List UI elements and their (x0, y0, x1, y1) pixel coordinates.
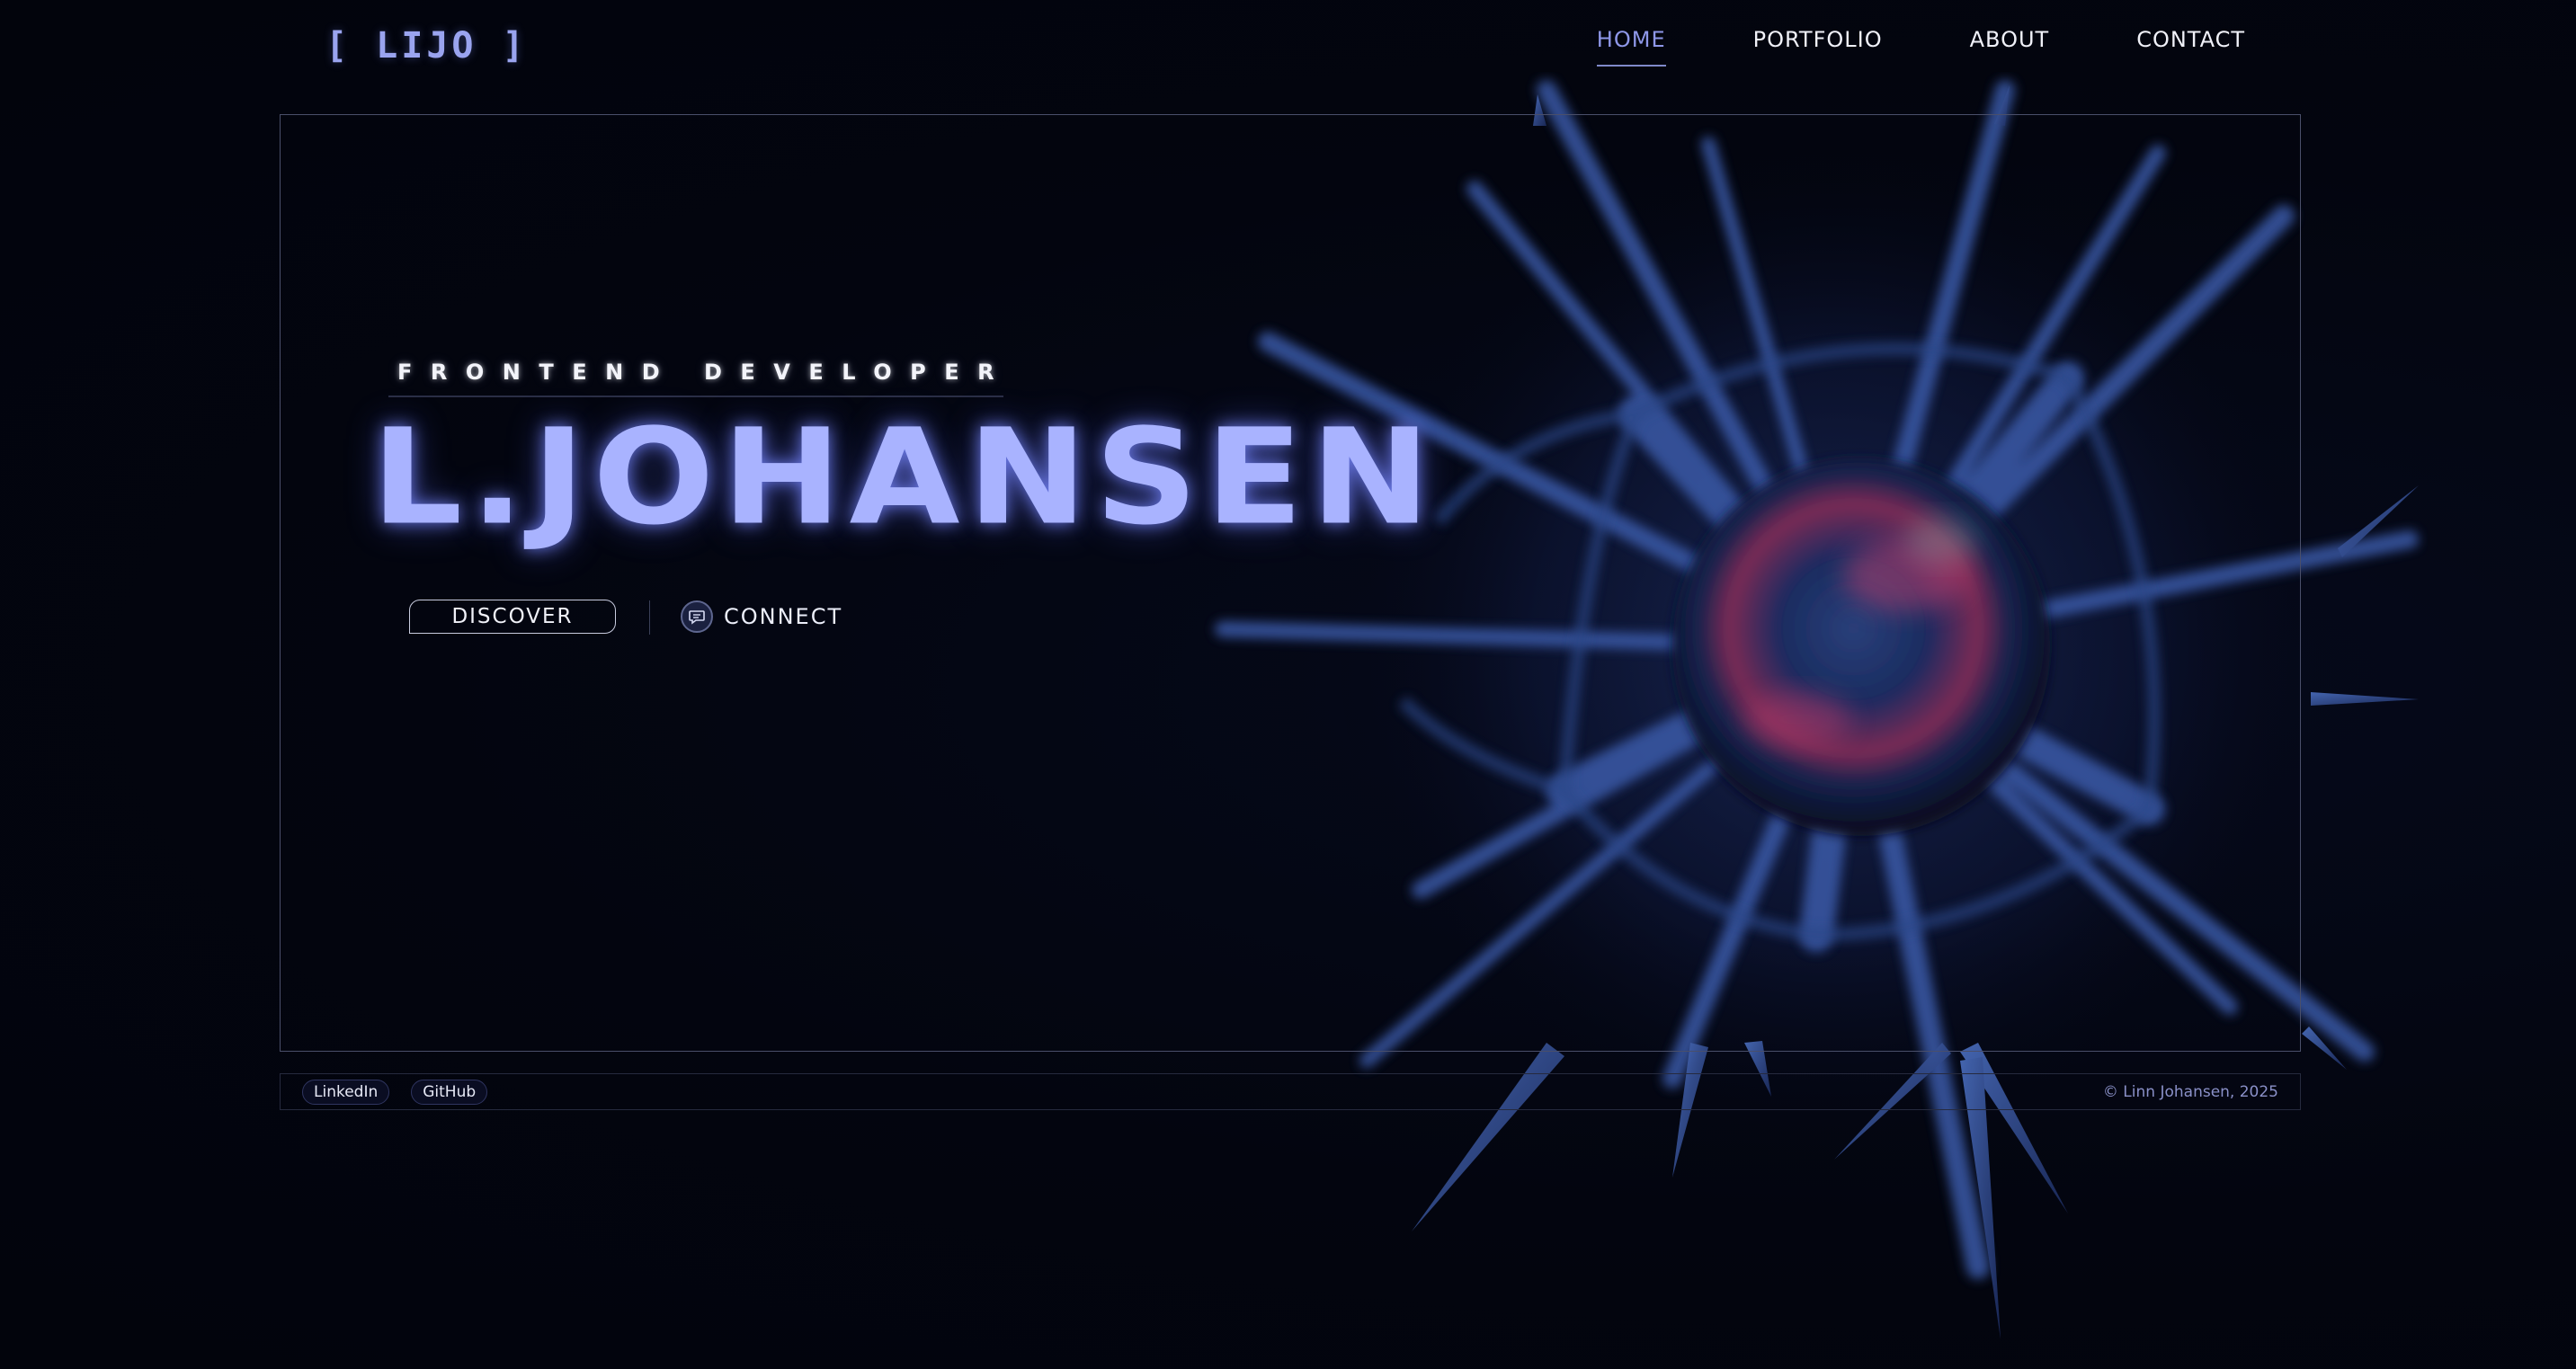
connect-button[interactable]: CONNECT (681, 599, 842, 635)
github-link[interactable]: GitHub (411, 1079, 488, 1105)
hero-name: L.JOHANSEN (371, 401, 1439, 555)
discover-button[interactable]: DISCOVER (409, 600, 616, 634)
button-divider (649, 600, 650, 635)
footer-bar: LinkedIn GitHub © Linn Johansen, 2025 (280, 1073, 2301, 1110)
hero-subtitle-block: FRONTEND DEVELOPER (388, 360, 1003, 397)
hero-frame (280, 114, 2301, 1052)
main-nav: HOME PORTFOLIO ABOUT CONTACT (1510, 27, 2245, 67)
nav-portfolio[interactable]: PORTFOLIO (1753, 27, 1883, 67)
nav-home[interactable]: HOME (1596, 27, 1666, 67)
connect-button-label: CONNECT (724, 604, 843, 629)
discover-button-label: DISCOVER (451, 605, 574, 628)
site-logo[interactable]: [ LIJO ] (325, 25, 528, 67)
copyright-text: © Linn Johansen, 2025 (2102, 1082, 2278, 1101)
nav-about[interactable]: ABOUT (1970, 27, 2050, 67)
chat-bubble-icon (681, 600, 713, 633)
hero-subtitle: FRONTEND DEVELOPER (397, 360, 1013, 385)
page: [ LIJO ] HOME PORTFOLIO ABOUT CONTACT FR… (0, 0, 2576, 1369)
nav-contact[interactable]: CONTACT (2136, 27, 2245, 67)
linkedin-link[interactable]: LinkedIn (302, 1079, 390, 1105)
